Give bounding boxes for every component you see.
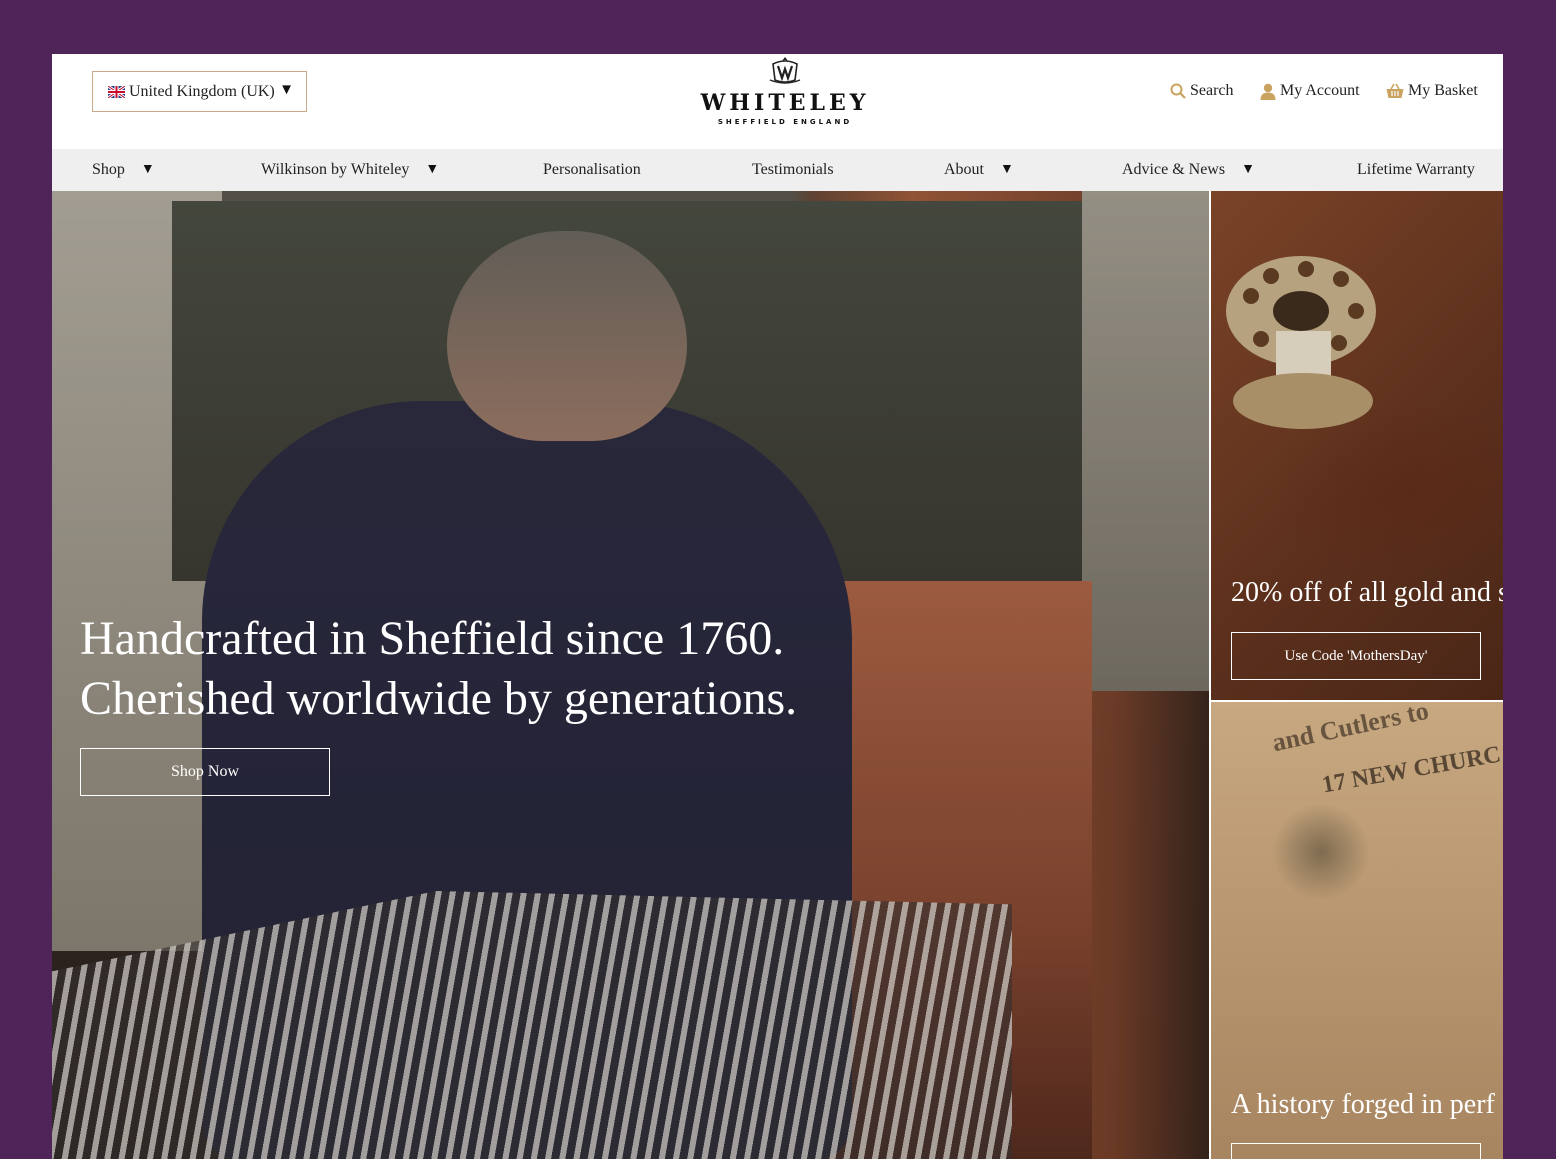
promo-button[interactable]: [1231, 1143, 1481, 1159]
my-account-label: My Account: [1280, 82, 1360, 99]
nav-item-label: Advice & News: [1122, 161, 1226, 178]
uk-flag-icon: [108, 85, 125, 98]
logo-subtitle: SHEFFIELD ENGLAND: [717, 118, 853, 126]
site-header: United Kingdom (UK) ▼ WHITELEY SHEFFIELD…: [52, 54, 1503, 149]
nav-item-personalisation[interactable]: Personalisation: [543, 149, 641, 191]
nav-item-label: Testimonials: [752, 161, 834, 178]
nav-item-lifetime-warranty[interactable]: Lifetime Warranty: [1357, 149, 1475, 191]
promo-title: A history forged in perf: [1231, 1089, 1495, 1120]
promo-image-paper: and Cutlers to: [1269, 702, 1432, 758]
promo-title: 20% off of all gold and s: [1231, 577, 1503, 608]
nav-item-label: Personalisation: [543, 161, 641, 178]
user-icon: [1260, 83, 1276, 100]
search-label: Search: [1190, 82, 1234, 99]
nav-item-label: Lifetime Warranty: [1357, 161, 1475, 178]
promo-card-gold[interactable]: 20% off of all gold and s Use Code 'Moth…: [1211, 191, 1503, 700]
hero-banner: Handcrafted in Sheffield since 1760. Che…: [52, 191, 1209, 1159]
nav-item-testimonials[interactable]: Testimonials: [752, 149, 834, 191]
country-selector-label: United Kingdom (UK): [129, 82, 275, 100]
my-account-link[interactable]: My Account: [1260, 82, 1360, 100]
my-basket-label: My Basket: [1408, 82, 1478, 99]
nav-item-label: About: [944, 161, 984, 178]
nav-item-label: Shop: [92, 161, 125, 178]
nav-item-wilkinson[interactable]: Wilkinson by Whiteley ▼: [261, 149, 439, 191]
nav-item-shop[interactable]: Shop ▼: [92, 149, 155, 191]
search-icon: [1170, 83, 1186, 99]
nav-item-label: Wilkinson by Whiteley: [261, 161, 410, 178]
main-nav: Shop ▼ Wilkinson by Whiteley ▼ Personali…: [52, 149, 1503, 191]
hero-title-line: Handcrafted in Sheffield since 1760.: [80, 612, 785, 665]
promo-card-history[interactable]: and Cutlers to 17 NEW CHURC A history fo…: [1211, 702, 1503, 1159]
chevron-down-icon: ▼: [425, 162, 440, 177]
chevron-down-icon: ▼: [279, 82, 294, 98]
nav-item-about[interactable]: About ▼: [944, 149, 1014, 191]
hero-title: Handcrafted in Sheffield since 1760. Che…: [80, 609, 980, 729]
web-page: United Kingdom (UK) ▼ WHITELEY SHEFFIELD…: [52, 54, 1503, 1159]
chevron-down-icon: ▼: [1000, 162, 1014, 177]
basket-icon: [1386, 83, 1404, 98]
country-selector[interactable]: United Kingdom (UK) ▼: [92, 71, 307, 112]
logo-name: WHITELEY: [700, 90, 870, 116]
promo-image-spool: [1226, 256, 1376, 429]
search-link[interactable]: Search: [1170, 82, 1234, 100]
my-basket-link[interactable]: My Basket: [1386, 82, 1478, 100]
chevron-down-icon: ▼: [140, 162, 155, 177]
hero-title-line: Cherished worldwide by generations.: [80, 672, 798, 725]
nav-item-advice-news[interactable]: Advice & News ▼: [1122, 149, 1255, 191]
crest-icon: [769, 57, 801, 84]
chevron-down-icon: ▼: [1241, 162, 1255, 177]
use-code-button[interactable]: Use Code 'MothersDay': [1231, 632, 1481, 680]
device-frame: United Kingdom (UK) ▼ WHITELEY SHEFFIELD…: [0, 0, 1556, 1159]
promo-image-paper: 17 NEW CHURC: [1320, 741, 1503, 799]
site-logo[interactable]: WHITELEY SHEFFIELD ENGLAND: [700, 56, 870, 142]
shop-now-button[interactable]: Shop Now: [80, 748, 330, 796]
